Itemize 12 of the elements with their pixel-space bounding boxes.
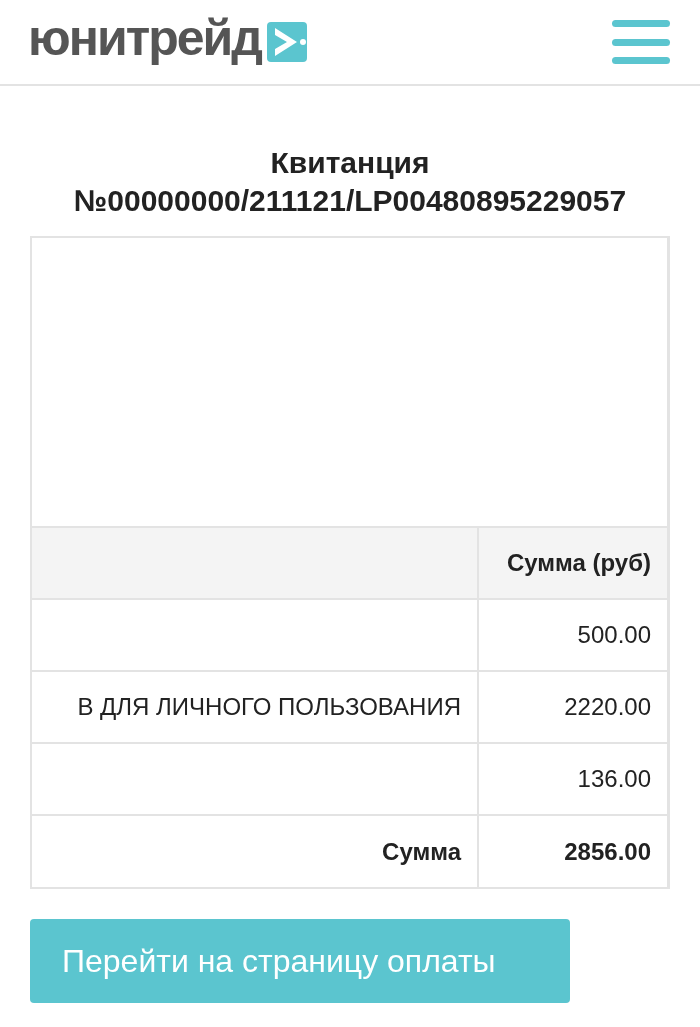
- menu-button[interactable]: [612, 20, 670, 64]
- item-description: В ДЛЯ ЛИЧНОГО ПОЛЬЗОВАНИЯ: [77, 693, 461, 720]
- chevron-logo-icon: [266, 22, 307, 62]
- pay-button[interactable]: Перейти на страницу оплаты: [30, 919, 570, 1003]
- item-amount: 2220.00: [564, 693, 651, 720]
- item-amount: 500.00: [577, 621, 651, 648]
- total-amount: 2856.00: [564, 837, 651, 865]
- item-amount: 136.00: [577, 765, 651, 792]
- column-header: Сумма (руб): [478, 527, 667, 599]
- logo-wordmark: юнитрейд: [28, 13, 261, 68]
- receipt-title: Квитанция №00000000/211121/LP00480895229057: [72, 145, 628, 219]
- total-label: Сумма: [382, 837, 461, 865]
